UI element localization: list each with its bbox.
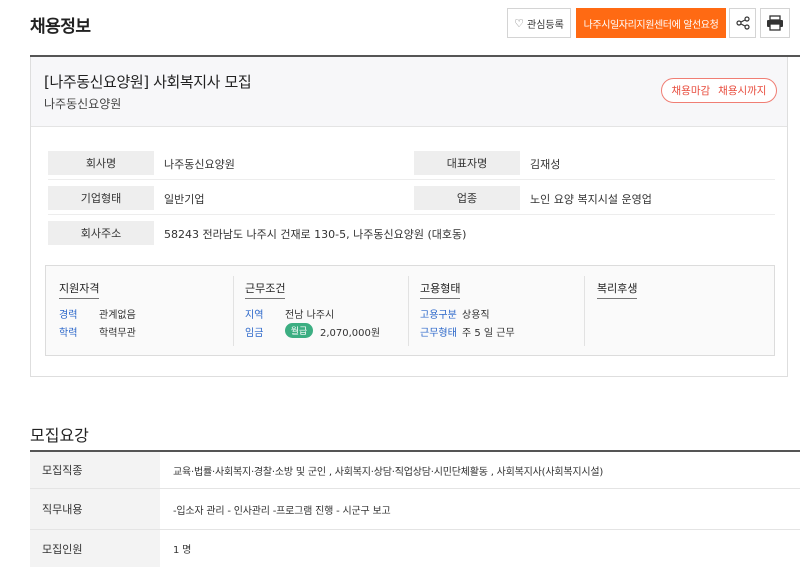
education-key: 학력 bbox=[59, 328, 78, 339]
job-duties-label: 직무내용 bbox=[30, 489, 160, 529]
wage-key: 임금 bbox=[245, 328, 264, 339]
work-schedule-key: 근무형태 bbox=[420, 328, 457, 339]
job-summary-card: [나주동신요양원] 사회복지사 모집 나주동신요양원 채용마감 채용시까지 회사… bbox=[30, 57, 788, 377]
status-badge: 채용마감 채용시까지 bbox=[661, 78, 777, 103]
job-duties-value: -입소자 관리 - 인사관리 -프로그램 진행 - 시군구 보고 bbox=[173, 505, 391, 517]
wage-type-badge: 월급 bbox=[285, 323, 313, 338]
share-button[interactable] bbox=[729, 8, 756, 38]
row-divider bbox=[48, 179, 775, 180]
job-conditions-box: 지원자격 경력 관계없음 학력 학력무관 근무조건 지역 전남 나주시 임금 월… bbox=[45, 265, 775, 356]
job-company-name: 나주동신요양원 bbox=[44, 97, 122, 111]
headcount-value: 1 명 bbox=[173, 545, 192, 556]
ceo-label: 대표자명 bbox=[414, 151, 520, 175]
status-closing: 채용마감 bbox=[671, 85, 711, 97]
employment-type-key: 고용구분 bbox=[420, 310, 457, 321]
industry-value: 노인 요양 복지시설 운영업 bbox=[530, 193, 652, 206]
work-conditions-heading: 근무조건 bbox=[245, 280, 286, 299]
table-row: 직무내용 -입소자 관리 - 인사관리 -프로그램 진행 - 시군구 보고 bbox=[30, 489, 800, 530]
share-icon bbox=[735, 16, 750, 30]
qualification-column: 지원자격 경력 관계없음 학력 학력무관 bbox=[46, 266, 221, 355]
status-until: 채용시까지 bbox=[718, 85, 767, 97]
table-row: 모집인원 1 명 bbox=[30, 530, 800, 567]
row-divider bbox=[48, 214, 775, 215]
industry-label: 업종 bbox=[414, 186, 520, 210]
print-button[interactable] bbox=[760, 8, 790, 38]
company-name-label: 회사명 bbox=[48, 151, 154, 175]
printer-icon bbox=[767, 15, 783, 31]
wage-value: 2,070,000원 bbox=[320, 328, 381, 339]
region-key: 지역 bbox=[245, 310, 264, 321]
referral-request-button[interactable]: 나주시일자리지원센터에 알선요청 bbox=[576, 8, 726, 38]
work-conditions-column: 근무조건 지역 전남 나주시 임금 월급 2,070,000원 bbox=[234, 266, 409, 355]
address-value: 58243 전라남도 나주시 건재로 130-5, 나주동신요양원 (대호동) bbox=[164, 228, 467, 241]
recruitment-section-title: 모집요강 bbox=[30, 426, 89, 445]
heart-outline-icon: ♡ bbox=[514, 16, 525, 30]
job-category-value: 교육·법률·사회복지·경찰·소방 및 군인 , 사회복지·상담·직업상담·시민단… bbox=[173, 466, 604, 478]
page-title: 채용정보 bbox=[30, 17, 91, 37]
favorite-button[interactable]: ♡ 관심등록 bbox=[507, 8, 571, 38]
table-row: 모집직종 교육·법률·사회복지·경찰·소방 및 군인 , 사회복지·상담·직업상… bbox=[30, 452, 800, 489]
qualification-heading: 지원자격 bbox=[59, 280, 100, 299]
employment-type-column: 고용형태 고용구분 상용직 근무형태 주 5 일 근무 bbox=[409, 266, 584, 355]
company-name-value: 나주동신요양원 bbox=[164, 158, 235, 171]
work-schedule-value: 주 5 일 근무 bbox=[462, 328, 515, 339]
company-type-label: 기업형태 bbox=[48, 186, 154, 210]
job-card-header: [나주동신요양원] 사회복지사 모집 나주동신요양원 채용마감 채용시까지 bbox=[31, 57, 787, 127]
welfare-heading: 복리후생 bbox=[597, 280, 638, 299]
company-type-value: 일반기업 bbox=[164, 193, 205, 206]
employment-type-heading: 고용형태 bbox=[420, 280, 461, 299]
headcount-label: 모집인원 bbox=[30, 530, 160, 567]
job-title: [나주동신요양원] 사회복지사 모집 bbox=[44, 73, 252, 91]
employment-type-value: 상용직 bbox=[462, 310, 490, 321]
career-value: 관계없음 bbox=[99, 310, 136, 321]
ceo-value: 김재성 bbox=[530, 158, 561, 171]
region-value: 전남 나주시 bbox=[285, 310, 335, 321]
job-category-label: 모집직종 bbox=[30, 452, 160, 488]
favorite-button-label: 관심등록 bbox=[527, 19, 564, 31]
education-value: 학력무관 bbox=[99, 328, 136, 339]
welfare-column: 복리후생 bbox=[585, 266, 775, 355]
address-label: 회사주소 bbox=[48, 221, 154, 245]
career-key: 경력 bbox=[59, 310, 78, 321]
